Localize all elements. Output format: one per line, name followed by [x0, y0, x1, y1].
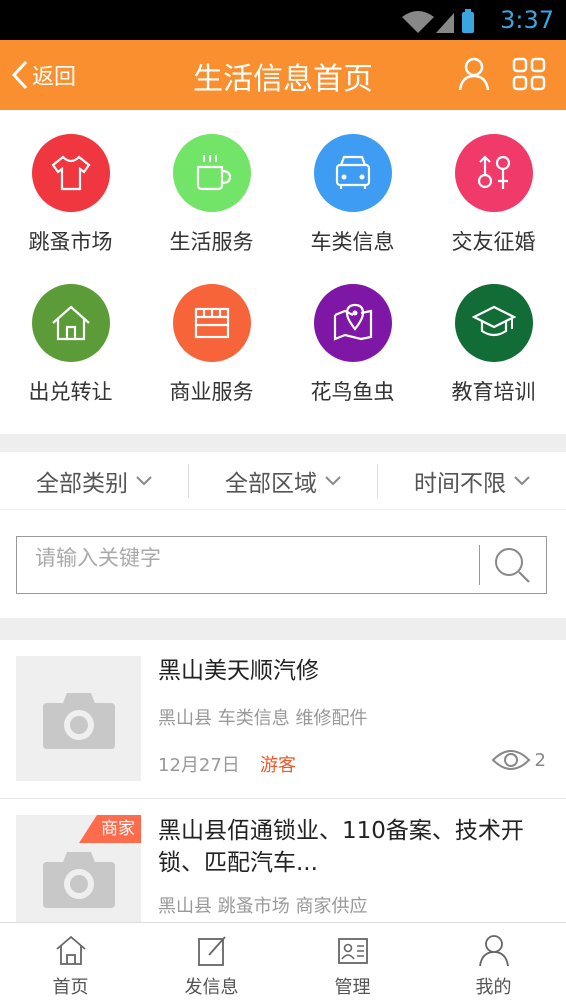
tshirt-icon — [31, 134, 110, 212]
listing-item[interactable]: 商家 黑山县佰通锁业、110备案、技术开锁、匹配汽车... 黑山县 跳蚤市场 商… — [0, 799, 566, 922]
search-button[interactable] — [489, 545, 535, 589]
listing-meta: 黑山县 跳蚤市场 商家供应 — [158, 896, 368, 917]
home-icon — [55, 935, 86, 965]
filter-category-dropdown[interactable]: 全部类别 — [0, 452, 188, 510]
status-time: 3:37 — [500, 6, 554, 34]
search-box — [16, 536, 547, 594]
listing-title: 黑山县佰通锁业、110备案、技术开锁、匹配汽车... — [158, 818, 524, 876]
tab-profile[interactable]: 我的 — [423, 923, 564, 1005]
listing-title: 黑山美天顺汽修 — [158, 658, 319, 684]
category-grid: 跳蚤市场 生活服务 车类信息 交友征婚 出兑转让 商业服务 花鸟鱼虫 教育培训 — [0, 110, 566, 434]
filter-label: 全部区域 — [225, 471, 317, 497]
status-bar: 3:37 — [0, 0, 566, 40]
tab-label: 首页 — [52, 977, 89, 998]
map-pin-icon — [313, 284, 392, 362]
user-icon — [478, 935, 509, 967]
car-icon — [313, 134, 392, 212]
gender-icon — [454, 134, 533, 212]
coffee-cup-icon — [172, 134, 251, 212]
view-count: 2 — [491, 748, 546, 772]
grid-menu-button[interactable] — [512, 56, 546, 96]
filter-time-dropdown[interactable]: 时间不限 — [378, 452, 566, 510]
category-label: 交友征婚 — [451, 230, 536, 254]
tab-manage[interactable]: 管理 — [282, 923, 423, 1005]
search-icon — [495, 548, 530, 583]
graduation-cap-icon — [454, 284, 533, 362]
chevron-down-icon — [514, 476, 530, 486]
app-header: 返回 生活信息首页 — [0, 40, 566, 110]
wifi-icon — [402, 11, 434, 33]
grid-icon — [512, 57, 546, 91]
category-education[interactable]: 教育培训 — [423, 260, 564, 410]
category-label: 教育培训 — [451, 380, 536, 404]
section-divider — [0, 434, 566, 452]
category-vehicles[interactable]: 车类信息 — [282, 110, 423, 260]
category-label: 生活服务 — [169, 230, 254, 254]
filter-label: 全部类别 — [36, 471, 128, 497]
listing-thumbnail: 商家 — [16, 815, 141, 922]
listing-item[interactable]: 黑山美天顺汽修 黑山县 车类信息 维修配件 12月27日 游客 2 — [0, 640, 566, 798]
merchant-badge: 商家 — [79, 815, 141, 843]
listing-poster-tag: 游客 — [260, 755, 296, 776]
category-label: 商业服务 — [169, 380, 254, 404]
category-business[interactable]: 商业服务 — [141, 260, 282, 410]
status-icons — [400, 9, 480, 39]
listing-meta: 黑山县 车类信息 维修配件 — [158, 708, 368, 729]
chevron-down-icon — [136, 476, 152, 486]
chevron-down-icon — [325, 476, 341, 486]
listing-thumbnail — [16, 656, 141, 781]
camera-icon — [42, 851, 115, 908]
id-card-icon — [337, 938, 368, 964]
camera-icon — [42, 692, 115, 749]
shop-icon — [172, 284, 251, 362]
category-label: 跳蚤市场 — [28, 230, 113, 254]
category-label: 出兑转让 — [28, 380, 113, 404]
view-count-value: 2 — [534, 749, 546, 771]
category-dating[interactable]: 交友征婚 — [423, 110, 564, 260]
category-transfer[interactable]: 出兑转让 — [0, 260, 141, 410]
filter-bar: 全部类别 全部区域 时间不限 — [0, 452, 566, 510]
listing-date: 12月27日 — [158, 755, 240, 776]
tab-post[interactable]: 发信息 — [141, 923, 282, 1005]
filter-label: 时间不限 — [414, 471, 506, 497]
category-label: 花鸟鱼虫 — [310, 380, 395, 404]
edit-icon — [197, 936, 226, 966]
filter-area-dropdown[interactable]: 全部区域 — [189, 452, 377, 510]
section-divider — [0, 618, 566, 640]
signal-icon — [436, 13, 454, 33]
category-label: 车类信息 — [310, 230, 395, 254]
eye-icon — [491, 750, 530, 770]
bottom-tab-bar: 首页 发信息 管理 我的 — [0, 922, 566, 1004]
search-input[interactable] — [17, 537, 477, 593]
battery-icon — [462, 12, 474, 33]
tab-label: 发信息 — [184, 977, 239, 998]
user-button[interactable] — [458, 56, 490, 96]
category-flea-market[interactable]: 跳蚤市场 — [0, 110, 141, 260]
search-divider — [479, 545, 480, 585]
house-icon — [31, 284, 110, 362]
category-life-service[interactable]: 生活服务 — [141, 110, 282, 260]
user-icon — [458, 57, 490, 91]
tab-home[interactable]: 首页 — [0, 923, 141, 1005]
tab-label: 管理 — [334, 977, 371, 998]
tab-label: 我的 — [475, 977, 512, 998]
category-pets-plants[interactable]: 花鸟鱼虫 — [282, 260, 423, 410]
